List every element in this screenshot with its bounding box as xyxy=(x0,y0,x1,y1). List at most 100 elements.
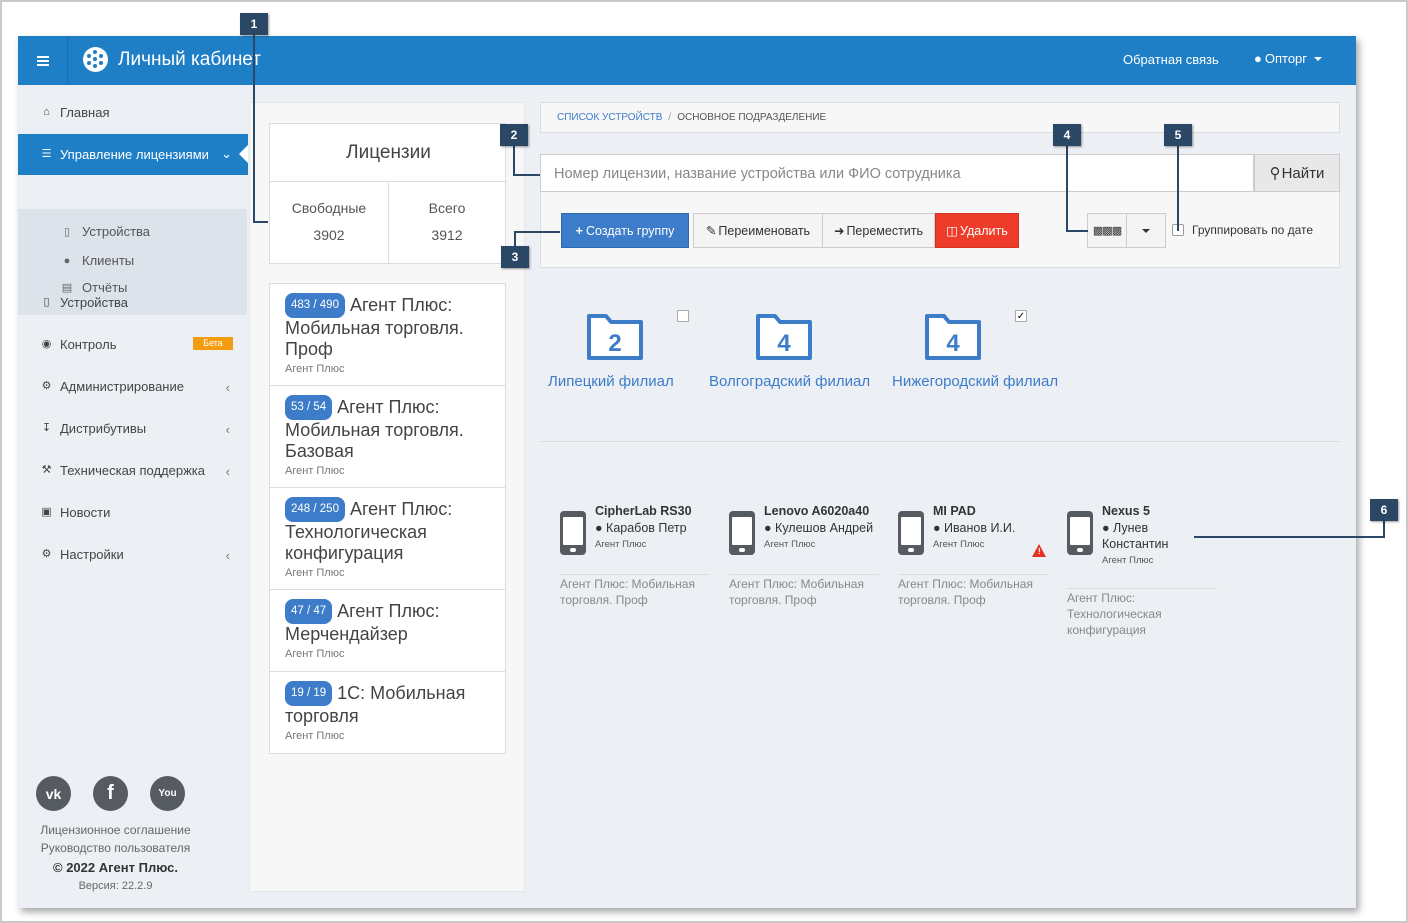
sidebar-item-settings[interactable]: ⚙ Настройки ‹ xyxy=(18,534,248,574)
view-dropdown-button[interactable] xyxy=(1126,213,1166,248)
callout-line xyxy=(1066,145,1068,231)
group-checkbox[interactable]: ✓ xyxy=(1015,310,1027,322)
sidebar-item-support[interactable]: ⚒ Техническая поддержка ‹ xyxy=(18,450,248,490)
search-button[interactable]: ⚲ Найти xyxy=(1254,154,1340,192)
version: Версия: 22.2.9 xyxy=(78,880,153,892)
callout-badge: 6 xyxy=(1370,499,1398,521)
user-menu[interactable]: ● Опторг xyxy=(1254,51,1323,66)
sidebar-item-label: Управление лицензиями xyxy=(60,147,209,162)
facebook-icon[interactable]: f xyxy=(93,776,128,811)
folder-count: 2 xyxy=(608,330,621,357)
vk-icon[interactable]: vk xyxy=(36,776,71,811)
device-license: Агент Плюс: Мобильная торговля. Проф xyxy=(898,577,1033,607)
delete-label: Удалить xyxy=(960,223,1008,238)
device-user: ● Лунев Константин xyxy=(1102,520,1182,552)
rename-button[interactable]: ✎ Переименовать xyxy=(693,213,823,248)
grid-view-button[interactable]: ▩▩▩ xyxy=(1087,213,1127,248)
divider xyxy=(540,441,1340,442)
product-item[interactable]: 248 / 250 Агент Плюс: Технологическая кон… xyxy=(270,488,505,590)
user-icon: ● xyxy=(764,521,772,535)
callout-badge: 5 xyxy=(1164,124,1192,146)
divider xyxy=(560,574,710,575)
cogs-icon: ⚙ xyxy=(41,379,52,392)
callout-line xyxy=(253,34,255,222)
license-agreement-link[interactable]: Лицензионное соглашение xyxy=(18,823,213,837)
folder-icon[interactable]: 2 xyxy=(586,313,644,361)
product-vendor: Агент Плюс xyxy=(285,730,345,742)
license-count-badge: 53 / 54 xyxy=(285,395,333,420)
device-user-name: Кулешов Андрей xyxy=(775,521,874,535)
licenses-title: Лицензии xyxy=(346,142,431,163)
delete-button[interactable]: ◫ Удалить xyxy=(935,213,1019,248)
callout-line xyxy=(1383,520,1385,537)
chevron-left-icon: ‹ xyxy=(225,464,230,479)
device-user: ● Кулешов Андрей xyxy=(764,520,879,536)
sidebar-item-label: Контроль xyxy=(60,336,117,352)
product-vendor: Агент Плюс xyxy=(285,567,345,579)
sidebar-item-label: Устройства xyxy=(60,294,129,310)
checkmark-icon: ✓ xyxy=(1016,311,1026,322)
sidebar-subitem-devices[interactable]: ▯ Устройства xyxy=(60,224,150,239)
product-item[interactable]: 47 / 47 Агент Плюс: Мерчендайзер Агент Пл… xyxy=(270,590,505,672)
chevron-left-icon: ‹ xyxy=(225,548,230,563)
app-title[interactable]: Личный кабинет xyxy=(118,49,261,71)
breadcrumb-current: Основное подразделение xyxy=(677,112,827,123)
caret-down-icon xyxy=(1314,56,1323,61)
device-vendor: Агент Плюс xyxy=(933,539,985,550)
logo-icon xyxy=(83,47,108,72)
sidebar-item-distributions[interactable]: ↧ Дистрибутивы ‹ xyxy=(18,408,248,448)
device-vendor: Агент Плюс xyxy=(595,539,647,550)
user-guide-link[interactable]: Руководство пользователя xyxy=(18,841,213,855)
user-icon: ● xyxy=(1102,521,1110,535)
globe-icon: ◉ xyxy=(41,337,52,350)
product-item[interactable]: 483 / 490 Агент Плюс: Мобильная торговля.… xyxy=(270,284,505,386)
phone-icon xyxy=(898,511,924,555)
device-user: ● Иванов И.И. xyxy=(933,520,1048,536)
callout-badge: 3 xyxy=(501,246,529,268)
sidebar-subitem-label: Клиенты xyxy=(82,253,135,268)
copyright: © 2022 Агент Плюс. xyxy=(53,860,178,875)
youtube-icon[interactable]: You xyxy=(150,776,185,811)
device-name: MI PAD xyxy=(933,504,976,518)
feedback-link[interactable]: Обратная связь xyxy=(1123,52,1219,67)
breadcrumb-separator: / xyxy=(668,112,672,123)
folder-icon[interactable]: 4 xyxy=(755,313,813,361)
group-checkbox[interactable] xyxy=(677,310,689,322)
sidebar-item-label: Техническая поддержка xyxy=(60,462,205,478)
license-count-badge: 248 / 250 xyxy=(285,497,345,522)
license-count-badge: 47 / 47 xyxy=(285,599,333,624)
rename-label: Переименовать xyxy=(718,223,811,238)
product-item[interactable]: 53 / 54 Агент Плюс: Мобильная торговля. Б… xyxy=(270,386,505,488)
breadcrumb-link[interactable]: Список устройств xyxy=(557,112,662,123)
search-input[interactable]: Номер лицензии, название устройства или … xyxy=(540,154,1254,192)
callout-line xyxy=(1177,145,1179,231)
sidebar-item-label: Главная xyxy=(60,104,110,120)
sidebar-item-home[interactable]: ⌂ Главная xyxy=(18,92,248,132)
sidebar-subitem-clients[interactable]: ● Клиенты xyxy=(60,253,134,268)
group-name[interactable]: Нижегородский филиал xyxy=(892,373,1058,390)
phone-icon xyxy=(1067,511,1093,555)
create-group-button[interactable]: + Создать группу xyxy=(561,213,689,248)
move-button[interactable]: ➜ Переместить xyxy=(822,213,935,248)
move-icon: ➜ xyxy=(833,224,845,238)
device-name: Lenovo A6020a40 xyxy=(764,504,870,518)
callout-line xyxy=(1194,536,1385,538)
group-name[interactable]: Волгоградский филиал xyxy=(709,373,870,390)
top-bar: Личный кабинет Обратная связь ● Опторг xyxy=(18,36,1356,85)
sidebar-item-licenses[interactable]: ☰ Управление лицензиями ⌄ xyxy=(18,134,248,175)
chevron-down-icon: ⌄ xyxy=(221,146,232,161)
group-name[interactable]: Липецкий филиал xyxy=(548,373,674,390)
product-item[interactable]: 19 / 19 1С: Мобильная торговля Агент Плюс xyxy=(270,672,505,753)
folder-icon[interactable]: 4 xyxy=(924,313,982,361)
sidebar-item-devices[interactable]: ▯ Устройства xyxy=(18,282,248,322)
sidebar-item-news[interactable]: ▣ Новости xyxy=(18,492,248,532)
free-value: 3902 xyxy=(313,227,345,243)
mobile-icon: ▯ xyxy=(63,226,71,238)
user-icon: ● xyxy=(1254,51,1262,66)
callout-line xyxy=(513,145,515,175)
callout-badge: 4 xyxy=(1053,124,1081,146)
sitemap-icon: ☰ xyxy=(41,148,52,160)
sidebar-item-label: Настройки xyxy=(60,546,124,562)
sidebar-item-administration[interactable]: ⚙ Администрирование ‹ xyxy=(18,366,248,406)
menu-toggle-button[interactable] xyxy=(18,36,68,85)
